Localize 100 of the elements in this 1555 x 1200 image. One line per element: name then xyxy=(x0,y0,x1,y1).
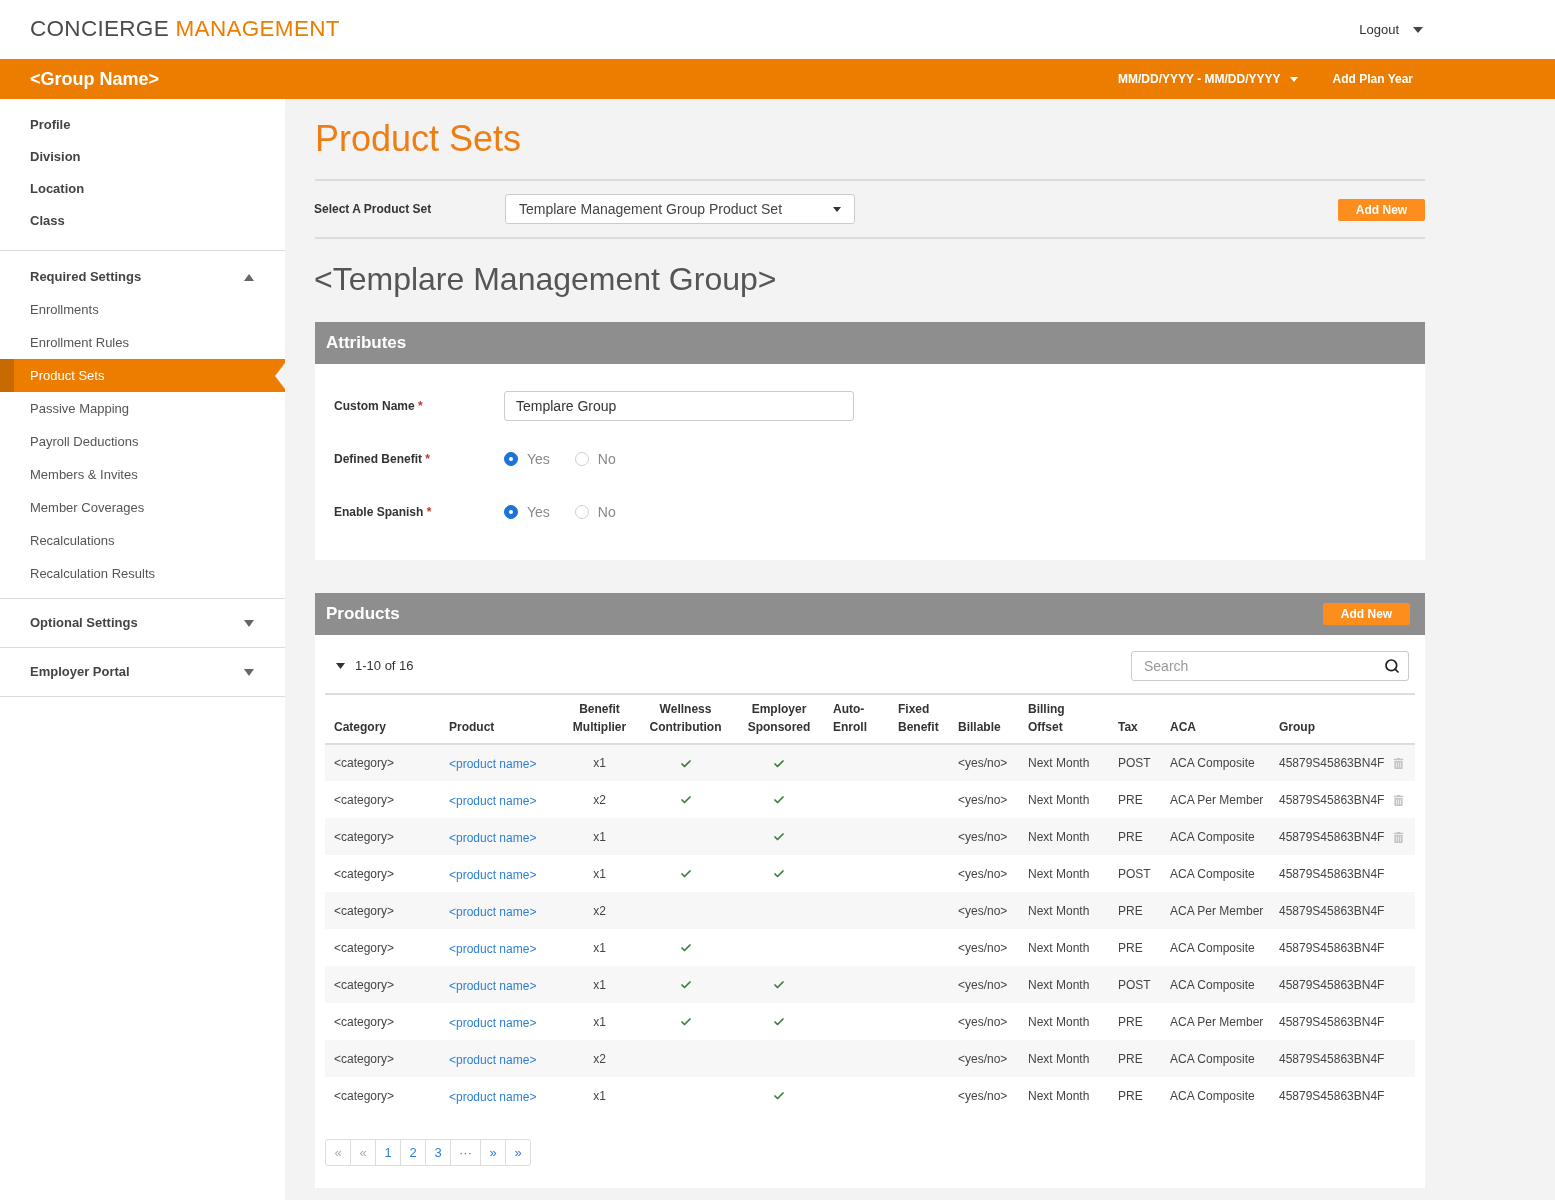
table-cell: x2 xyxy=(562,1040,637,1077)
table-cell: x1 xyxy=(562,744,637,781)
table-cell: ACA Composite xyxy=(1161,929,1270,966)
sidebar-item[interactable]: Profile xyxy=(0,109,285,141)
search-icon[interactable] xyxy=(1384,658,1400,674)
product-link[interactable]: <product name> xyxy=(449,757,537,771)
text-input[interactable]: Templare Group xyxy=(504,391,854,421)
product-link[interactable]: <product name> xyxy=(449,1089,537,1104)
product-set-dropdown[interactable]: Templare Management Group Product Set xyxy=(505,194,855,224)
radio-option[interactable]: No xyxy=(574,501,616,523)
field-label: Defined Benefit * xyxy=(334,451,432,468)
page-button[interactable]: ··· xyxy=(450,1139,481,1166)
table-cell: ACA Composite xyxy=(1161,744,1270,781)
radio-option[interactable]: No xyxy=(574,448,616,470)
table-cell: ACA Per Member xyxy=(1161,1003,1270,1040)
table-cell: Next Month xyxy=(1019,1003,1109,1040)
sidebar-item[interactable]: Location xyxy=(0,173,285,205)
sidebar-item[interactable]: Product Sets xyxy=(0,359,285,392)
table-cell: ACA Composite xyxy=(1161,855,1270,892)
table-cell: <yes/no> xyxy=(949,966,1019,1003)
table-cell: <yes/no> xyxy=(949,855,1019,892)
sidebar-item[interactable]: Passive Mapping xyxy=(0,392,285,425)
table-cell: 45879S45863BN4F xyxy=(1270,1040,1390,1077)
table-cell: 45879S45863BN4F xyxy=(1270,855,1390,892)
table-cell: Next Month xyxy=(1019,781,1109,818)
column-header: Auto- Enroll xyxy=(824,694,889,744)
add-plan-year-link[interactable]: Add Plan Year xyxy=(1332,70,1413,88)
page-button[interactable]: » xyxy=(505,1139,531,1166)
date-range-dropdown[interactable]: MM/DD/YYYY - MM/DD/YYYY xyxy=(1118,70,1298,88)
product-link[interactable]: <product name> xyxy=(449,830,537,845)
table-cell: <category> xyxy=(325,818,440,855)
page-title: Product Sets xyxy=(315,117,523,161)
logout-button[interactable]: Logout xyxy=(1359,19,1423,40)
sidebar-item[interactable]: Members & Invites xyxy=(0,458,285,491)
table-cell: 45879S45863BN4F xyxy=(1270,1077,1390,1114)
sidebar-item[interactable]: Enrollment Rules xyxy=(0,326,285,359)
product-link[interactable]: <product name> xyxy=(449,793,537,808)
trash-icon[interactable] xyxy=(1393,758,1404,770)
table-cell: 45879S45863BN4F xyxy=(1270,929,1390,966)
column-header: Fixed Benefit xyxy=(889,694,949,744)
table-cell: PRE xyxy=(1109,1003,1161,1040)
add-new-button[interactable]: Add New xyxy=(1323,603,1410,625)
trash-icon[interactable] xyxy=(1393,831,1404,843)
table-cell: <category> xyxy=(325,1040,440,1077)
table-cell: <category> xyxy=(325,892,440,929)
sidebar-section-header[interactable]: Employer Portal xyxy=(0,648,285,696)
table-cell: ACA Per Member xyxy=(1161,781,1270,818)
table-cell: Next Month xyxy=(1019,892,1109,929)
radio-option[interactable]: Yes xyxy=(504,501,550,523)
table-cell: Next Month xyxy=(1019,818,1109,855)
table-cell: ACA Composite xyxy=(1161,966,1270,1003)
page-button[interactable]: » xyxy=(480,1139,506,1166)
page-button[interactable]: 3 xyxy=(425,1139,451,1166)
table-cell: <yes/no> xyxy=(949,892,1019,929)
sidebar-item[interactable]: Enrollments xyxy=(0,293,285,326)
table-cell: ACA Composite xyxy=(1161,818,1270,855)
table-cell: x2 xyxy=(562,892,637,929)
sidebar-item[interactable]: Division xyxy=(0,141,285,173)
sidebar-section-header[interactable]: Required Settings xyxy=(0,261,285,293)
trash-icon[interactable] xyxy=(1393,794,1404,806)
page-button[interactable]: 1 xyxy=(375,1139,401,1166)
table-cell: 45879S45863BN4F xyxy=(1270,781,1390,818)
column-header: Category xyxy=(325,694,440,744)
table-cell: <category> xyxy=(325,1003,440,1040)
table-cell: PRE xyxy=(1109,818,1161,855)
group-name: <Group Name> xyxy=(30,67,160,91)
column-header: Billable xyxy=(949,694,1019,744)
product-link[interactable]: <product name> xyxy=(449,1015,537,1030)
sidebar-section-header[interactable]: Optional Settings xyxy=(0,599,285,647)
table-cell: Next Month xyxy=(1019,855,1109,892)
table-cell: 45879S45863BN4F xyxy=(1270,1003,1390,1040)
column-header: Tax xyxy=(1109,694,1161,744)
sidebar-item[interactable]: Recalculation Results xyxy=(0,557,285,590)
product-link[interactable]: <product name> xyxy=(449,941,537,956)
table-cell: x2 xyxy=(562,781,637,818)
radio-option[interactable]: Yes xyxy=(504,448,550,470)
add-new-button[interactable]: Add New xyxy=(1338,199,1425,221)
table-cell: 45879S45863BN4F xyxy=(1270,892,1390,929)
table-cell: ACA Composite xyxy=(1161,1040,1270,1077)
sidebar-item[interactable]: Payroll Deductions xyxy=(0,425,285,458)
group-heading: <Templare Management Group> xyxy=(314,260,778,299)
field-label: Select A Product Set xyxy=(314,201,433,218)
product-link[interactable]: <product name> xyxy=(449,867,537,882)
product-link[interactable]: <product name> xyxy=(449,904,537,919)
table-cell: 45879S45863BN4F xyxy=(1270,966,1390,1003)
table-cell: <category> xyxy=(325,1077,440,1114)
product-link[interactable]: <product name> xyxy=(449,978,537,993)
sidebar-item[interactable]: Member Coverages xyxy=(0,491,285,524)
sidebar-item[interactable]: Class xyxy=(0,205,285,237)
product-link[interactable]: <product name> xyxy=(449,1052,537,1067)
panel-title: Products xyxy=(326,603,400,626)
table-cell: PRE xyxy=(1109,781,1161,818)
table-cell: <category> xyxy=(325,781,440,818)
table-cell: <category> xyxy=(325,744,440,781)
column-header: Product xyxy=(440,694,562,744)
page-button[interactable]: 2 xyxy=(400,1139,426,1166)
table-cell: x1 xyxy=(562,855,637,892)
sidebar-item[interactable]: Recalculations xyxy=(0,524,285,557)
range-dropdown[interactable]: 1-10 of 16 xyxy=(336,656,414,676)
search-field[interactable]: Search xyxy=(1131,651,1409,681)
